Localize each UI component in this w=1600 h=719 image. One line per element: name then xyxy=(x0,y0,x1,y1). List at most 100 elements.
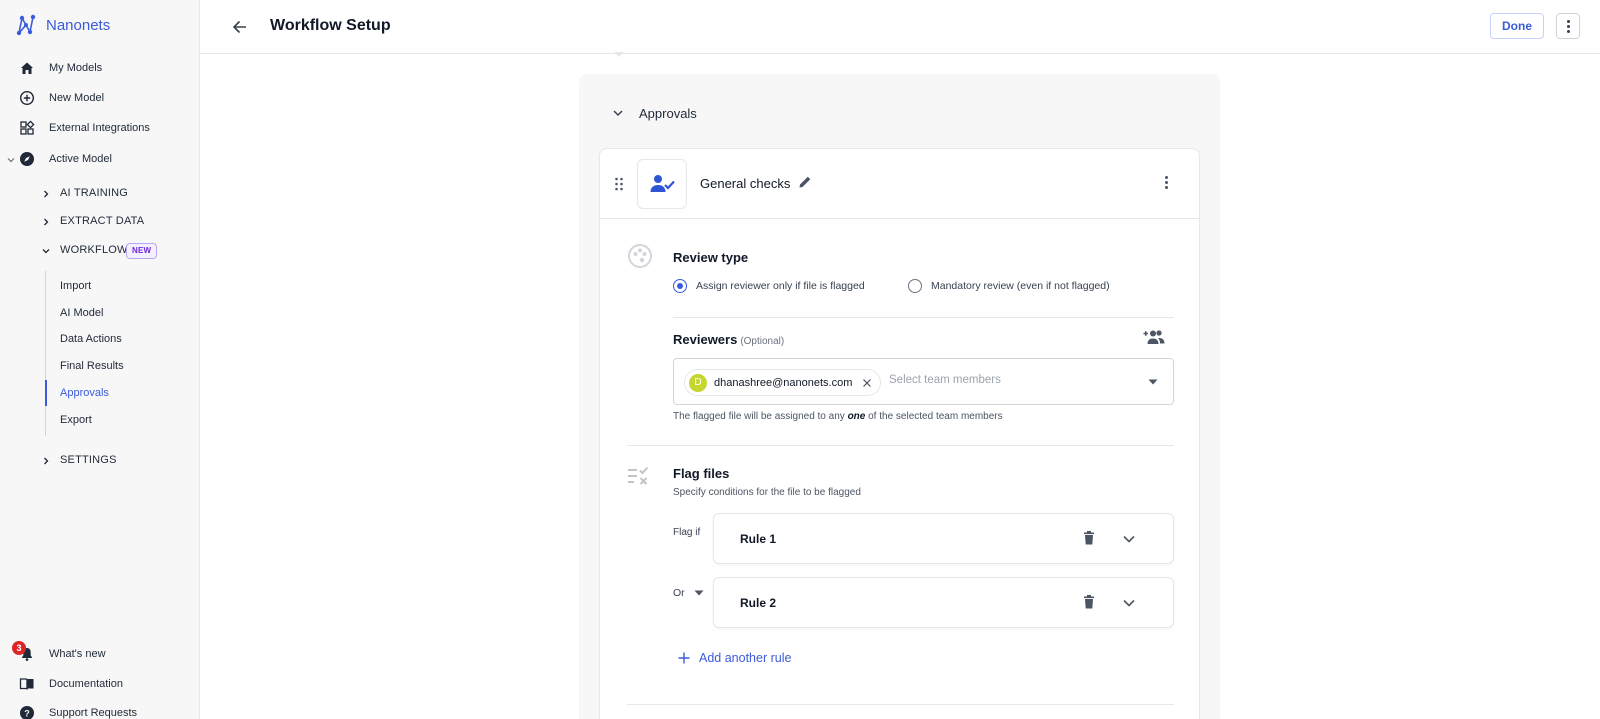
sidebar-section-label: SETTINGS xyxy=(60,454,117,466)
card-header: General checks xyxy=(600,149,1199,219)
sidebar-item-support-requests[interactable]: ? Support Requests xyxy=(0,699,199,719)
review-type-title: Review type xyxy=(673,250,749,265)
sidebar-section-ai-training[interactable]: AI TRAINING xyxy=(0,182,199,206)
radio-label: Mandatory review (even if not flagged) xyxy=(931,280,1110,292)
approval-step-card: General checks Review type Assign review… xyxy=(599,148,1200,719)
helper-text-part: of the selected team members xyxy=(865,411,1003,422)
rule-operator-select[interactable]: Or xyxy=(673,584,704,602)
section-title: Approvals xyxy=(639,106,697,121)
workflow-step-final-results[interactable]: Final Results xyxy=(45,353,195,379)
chevron-right-icon xyxy=(44,190,49,198)
trash-icon[interactable] xyxy=(1083,531,1095,545)
sidebar-item-documentation[interactable]: Documentation xyxy=(0,670,199,698)
chevron-right-icon xyxy=(44,218,49,226)
chevron-down-icon xyxy=(7,158,15,163)
sidebar: Nanonets My Models New Model External In… xyxy=(0,0,200,719)
rule-label: Rule 1 xyxy=(740,532,777,546)
more-vertical-icon xyxy=(1165,176,1168,179)
home-icon xyxy=(21,62,33,74)
user-check-icon xyxy=(650,175,675,192)
rule-flag-icon xyxy=(628,466,649,485)
rule-card-2[interactable]: Rule 2 xyxy=(713,577,1174,628)
close-icon[interactable] xyxy=(862,378,872,388)
reviewers-title-text: Reviewers xyxy=(673,332,738,347)
page-title: Workflow Setup xyxy=(270,17,391,34)
back-arrow-icon[interactable] xyxy=(230,17,250,37)
workflow-step-ai-model[interactable]: AI Model xyxy=(45,300,195,326)
team-members-search-input[interactable] xyxy=(889,374,1129,386)
workflow-step-label: Export xyxy=(60,414,92,426)
reviewer-email: dhanashree@nanonets.com xyxy=(714,376,853,389)
rule-card-1[interactable]: Rule 1 xyxy=(713,513,1174,564)
sidebar-item-label: Active Model xyxy=(49,153,112,165)
pencil-icon[interactable] xyxy=(797,174,813,190)
notification-count-badge: 3 xyxy=(12,641,26,655)
sidebar-section-extract-data[interactable]: EXTRACT DATA xyxy=(0,210,199,234)
trash-icon[interactable] xyxy=(1083,595,1095,609)
palette-icon xyxy=(628,244,652,268)
sidebar-item-label: Support Requests xyxy=(49,707,138,719)
operator-label: Or xyxy=(673,587,685,599)
radio-selected-indicator xyxy=(673,279,687,293)
avatar: D xyxy=(689,373,707,392)
workflow-step-label: Import xyxy=(60,280,92,292)
add-another-rule-button[interactable]: Add another rule xyxy=(678,649,791,667)
workflow-step-import[interactable]: Import xyxy=(45,273,195,299)
brand[interactable]: Nanonets xyxy=(16,14,110,36)
sidebar-item-active-model[interactable]: Active Model xyxy=(0,145,199,173)
radio-label: Assign reviewer only if file is flagged xyxy=(696,280,865,292)
sidebar-item-my-models[interactable]: My Models xyxy=(0,54,199,82)
caret-down-icon[interactable] xyxy=(1148,379,1158,385)
step-name: General checks xyxy=(700,176,791,191)
sidebar-section-settings[interactable]: SETTINGS xyxy=(0,449,199,473)
help-icon: ? xyxy=(20,706,34,719)
sidebar-item-label: External Integrations xyxy=(49,122,150,134)
connector-caret-icon xyxy=(614,52,624,57)
step-icon-box xyxy=(637,159,687,209)
chevron-down-icon xyxy=(42,249,50,254)
helper-text-part: The flagged file will be assigned to any xyxy=(673,411,848,422)
sidebar-section-workflow[interactable]: WORKFLOW NEW xyxy=(0,239,199,263)
add-rule-label: Add another rule xyxy=(699,651,792,665)
reviewers-select[interactable]: D dhanashree@nanonets.com xyxy=(673,358,1174,405)
card-more-button[interactable] xyxy=(1162,174,1172,192)
workflow-step-approvals[interactable]: Approvals xyxy=(45,380,195,406)
radio-review-if-flagged[interactable]: Assign reviewer only if file is flagged xyxy=(673,277,865,295)
book-icon xyxy=(19,678,34,690)
sidebar-item-external-integrations[interactable]: External Integrations xyxy=(0,114,199,142)
nanonets-logo-icon xyxy=(16,14,36,36)
reviewers-helper-text: The flagged file will be assigned to any… xyxy=(673,411,1003,422)
radio-mandatory-review[interactable]: Mandatory review (even if not flagged) xyxy=(908,277,1110,295)
header-more-button[interactable] xyxy=(1556,13,1580,39)
sidebar-item-label: What's new xyxy=(49,648,106,660)
rule-label: Rule 2 xyxy=(740,596,777,610)
divider xyxy=(627,704,1174,705)
workflow-step-data-actions[interactable]: Data Actions xyxy=(45,326,195,352)
chevron-down-icon[interactable] xyxy=(1123,535,1135,543)
done-button[interactable]: Done xyxy=(1490,13,1544,39)
more-vertical-icon xyxy=(1567,20,1570,23)
workflow-step-label: AI Model xyxy=(60,307,104,319)
sidebar-item-new-model[interactable]: New Model xyxy=(0,84,199,112)
svg-text:?: ? xyxy=(24,709,30,719)
sidebar-section-label: AI TRAINING xyxy=(60,187,129,199)
optional-label: (Optional) xyxy=(740,336,785,347)
chevron-right-icon xyxy=(44,457,49,465)
helper-text-emphasis: one xyxy=(847,411,866,422)
chevron-down-icon[interactable] xyxy=(1123,599,1135,607)
sidebar-section-label: WORKFLOW xyxy=(60,244,128,256)
add-group-icon[interactable] xyxy=(1143,329,1165,345)
top-header: Workflow Setup Done xyxy=(200,0,1600,54)
radio-indicator xyxy=(908,279,922,293)
divider xyxy=(673,317,1174,318)
chevron-down-icon xyxy=(613,110,623,117)
drag-handle-icon[interactable] xyxy=(614,177,624,191)
sidebar-item-label: New Model xyxy=(49,92,105,104)
add-circle-icon xyxy=(19,90,35,106)
brand-name: Nanonets xyxy=(46,16,111,34)
plus-icon xyxy=(678,652,690,664)
sidebar-item-whats-new[interactable]: What's new xyxy=(0,640,199,668)
compass-icon xyxy=(20,152,34,166)
workflow-step-export[interactable]: Export xyxy=(45,407,195,433)
divider xyxy=(627,445,1174,446)
